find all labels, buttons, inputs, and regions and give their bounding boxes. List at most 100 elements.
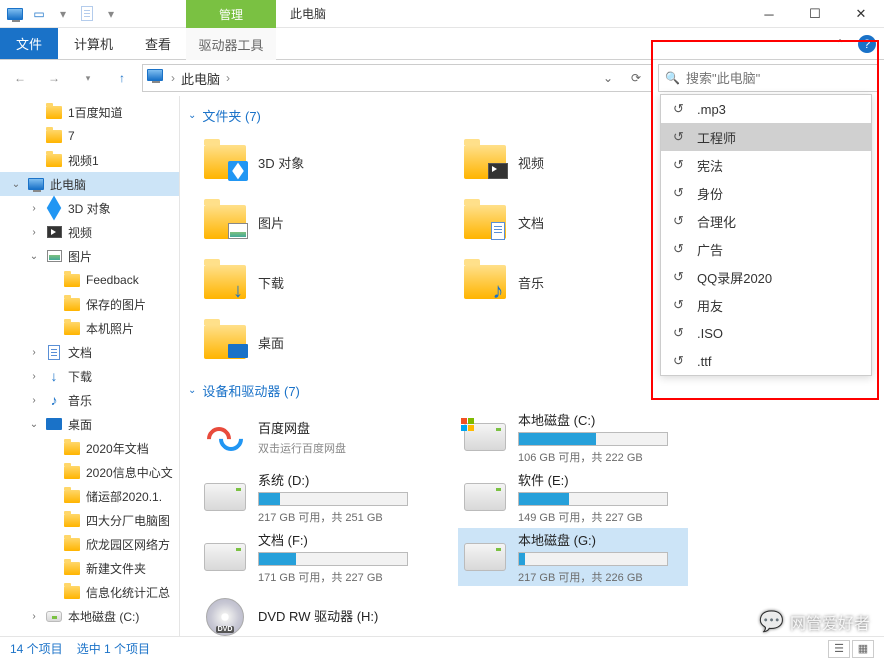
sidebar-item[interactable]: Feedback	[0, 268, 179, 292]
tile-freespace: 149 GB 可用，共 227 GB	[518, 509, 684, 525]
back-button[interactable]: ←	[6, 64, 34, 92]
tile-freespace: 217 GB 可用，共 251 GB	[258, 509, 424, 525]
group-label: 设备和驱动器 (7)	[202, 381, 300, 400]
drive-tile-baidu[interactable]: 百度网盘 双击运行百度网盘	[198, 408, 428, 466]
folder-icon	[64, 584, 80, 600]
search-history-item[interactable]: ↺ .ttf	[661, 347, 871, 375]
tree-toggle-icon[interactable]: ›	[28, 395, 40, 406]
search-history-item[interactable]: ↺ 宪法	[661, 151, 871, 179]
qat-pin-icon[interactable]: ▭	[28, 3, 50, 25]
sidebar-item[interactable]: 7	[0, 124, 179, 148]
sidebar-item[interactable]: 视频1	[0, 148, 179, 172]
up-button[interactable]: ↑	[108, 64, 136, 92]
search-input[interactable]	[686, 71, 871, 86]
sidebar-item[interactable]: › ♪ 音乐	[0, 388, 179, 412]
sidebar-item[interactable]: › 3D 对象	[0, 196, 179, 220]
folder-tile[interactable]: ♪ 音乐	[458, 253, 688, 311]
drive-tile[interactable]: 软件 (E:) 149 GB 可用，共 227 GB	[458, 468, 688, 526]
search-history-popup[interactable]: ↺ .mp3 ↺ 工程师 ↺ 宪法 ↺ 身份 ↺ 合理化 ↺ 广告 ↺ QQ录屏…	[660, 94, 872, 376]
sidebar-item[interactable]: 保存的图片	[0, 292, 179, 316]
tile-freespace: 106 GB 可用，共 222 GB	[518, 449, 684, 465]
drive-tile[interactable]: 本地磁盘 (G:) 217 GB 可用，共 226 GB	[458, 528, 688, 586]
folder-tile[interactable]: 3D 对象	[198, 133, 428, 191]
maximize-button[interactable]: ☐	[792, 0, 838, 28]
history-icon: ↺	[673, 325, 687, 341]
qat-doc-icon[interactable]	[76, 3, 98, 25]
sidebar-item[interactable]: 欣龙园区网络方	[0, 532, 179, 556]
search-history-item[interactable]: ↺ 工程师	[661, 123, 871, 151]
qat-dropdown-icon[interactable]: ▾	[52, 3, 74, 25]
tree-toggle-icon[interactable]: ⌄	[28, 419, 40, 430]
address-bar[interactable]: › 此电脑 › ⌄ ⟳	[142, 64, 652, 92]
history-icon: ↺	[673, 129, 687, 145]
tree-toggle-icon[interactable]: ›	[28, 371, 40, 382]
drive-tile[interactable]: 文档 (F:) 171 GB 可用，共 227 GB	[198, 528, 428, 586]
tree-toggle-icon[interactable]: ›	[28, 611, 40, 622]
sidebar-item-label: 此电脑	[50, 176, 86, 193]
sidebar-item[interactable]: 四大分厂电脑图	[0, 508, 179, 532]
tab-file[interactable]: 文件	[0, 28, 58, 59]
sidebar-item[interactable]: › ↓ 下载	[0, 364, 179, 388]
sidebar-item[interactable]: 信息化统计汇总	[0, 580, 179, 604]
forward-button[interactable]: →	[40, 64, 68, 92]
sidebar-item[interactable]: › 文档	[0, 340, 179, 364]
tree-toggle-icon[interactable]: ›	[28, 347, 40, 358]
folder-tile[interactable]: 图片	[198, 193, 428, 251]
sidebar-item[interactable]: 2020年文档	[0, 436, 179, 460]
tab-view[interactable]: 查看	[129, 28, 187, 59]
search-history-item[interactable]: ↺ 广告	[661, 235, 871, 263]
breadcrumb[interactable]: 此电脑	[181, 69, 220, 88]
help-icon[interactable]: ?	[858, 35, 876, 53]
group-header-drives[interactable]: ⌄ 设备和驱动器 (7)	[188, 381, 874, 400]
status-selected-count: 选中 1 个项目	[77, 640, 150, 657]
view-details-button[interactable]: ☰	[828, 640, 850, 658]
folder-icon	[64, 464, 80, 480]
sidebar-item-this-pc[interactable]: ⌄ 此电脑	[0, 172, 179, 196]
drive-tile-dvd[interactable]: DVD DVD RW 驱动器 (H:)	[198, 588, 428, 636]
folder-icon	[64, 512, 80, 528]
search-history-item[interactable]: ↺ .mp3	[661, 95, 871, 123]
sidebar-item[interactable]: 1百度知道	[0, 100, 179, 124]
search-box[interactable]: 🔍	[658, 64, 878, 92]
tree-toggle-icon[interactable]: ⌄	[28, 251, 40, 262]
ribbon-expand-icon[interactable]: ⌃	[826, 30, 854, 58]
folder-tile[interactable]: 视频	[458, 133, 688, 191]
close-button[interactable]: ✕	[838, 0, 884, 28]
sidebar-item-label: 四大分厂电脑图	[86, 512, 170, 529]
minimize-button[interactable]: ─	[746, 0, 792, 28]
recent-locations-dropdown[interactable]: ▾	[74, 64, 102, 92]
tree-toggle-icon[interactable]: ›	[28, 227, 40, 238]
drive-tile[interactable]: 系统 (D:) 217 GB 可用，共 251 GB	[198, 468, 428, 526]
sidebar-item[interactable]: › 本地磁盘 (C:)	[0, 604, 179, 628]
search-history-item[interactable]: ↺ .ISO	[661, 319, 871, 347]
sidebar-item[interactable]: ⌄ 桌面	[0, 412, 179, 436]
history-label: 工程师	[697, 128, 736, 147]
sidebar-item[interactable]: ⌄ 图片	[0, 244, 179, 268]
navigation-row: ← → ▾ ↑ › 此电脑 › ⌄ ⟳ 🔍	[0, 60, 884, 96]
pc-icon	[147, 69, 165, 87]
qat-pc-icon[interactable]	[4, 3, 26, 25]
tree-collapse-icon[interactable]: ⌄	[10, 179, 22, 190]
folder-tile[interactable]: 桌面	[198, 313, 428, 371]
tab-drive-tools[interactable]: 驱动器工具	[186, 28, 276, 60]
sidebar-item[interactable]: 本机照片	[0, 316, 179, 340]
refresh-button[interactable]: ⟳	[625, 67, 647, 89]
qat-overflow-icon[interactable]: ▾	[100, 3, 122, 25]
folder-tile[interactable]: 文档	[458, 193, 688, 251]
address-dropdown[interactable]: ⌄	[597, 67, 619, 89]
drive-tile[interactable]: 本地磁盘 (C:) 106 GB 可用，共 222 GB	[458, 408, 688, 466]
search-history-item[interactable]: ↺ 身份	[661, 179, 871, 207]
view-tiles-button[interactable]: ▦	[852, 640, 874, 658]
nav-sidebar[interactable]: 1百度知道 7 视频1 ⌄ 此电脑 › 3D 对象 › 视频 ⌄ 图片 Feed…	[0, 96, 180, 636]
sidebar-item[interactable]: 新建文件夹	[0, 556, 179, 580]
sidebar-item[interactable]: 储运部2020.1.	[0, 484, 179, 508]
tree-toggle-icon[interactable]: ›	[28, 203, 40, 214]
search-history-item[interactable]: ↺ QQ录屏2020	[661, 263, 871, 291]
search-history-item[interactable]: ↺ 用友	[661, 291, 871, 319]
sidebar-item[interactable]: 2020信息中心文	[0, 460, 179, 484]
tile-label: 音乐	[518, 273, 544, 292]
search-history-item[interactable]: ↺ 合理化	[661, 207, 871, 235]
folder-tile[interactable]: ↓ 下载	[198, 253, 428, 311]
sidebar-item[interactable]: › 视频	[0, 220, 179, 244]
tab-computer[interactable]: 计算机	[58, 28, 129, 59]
